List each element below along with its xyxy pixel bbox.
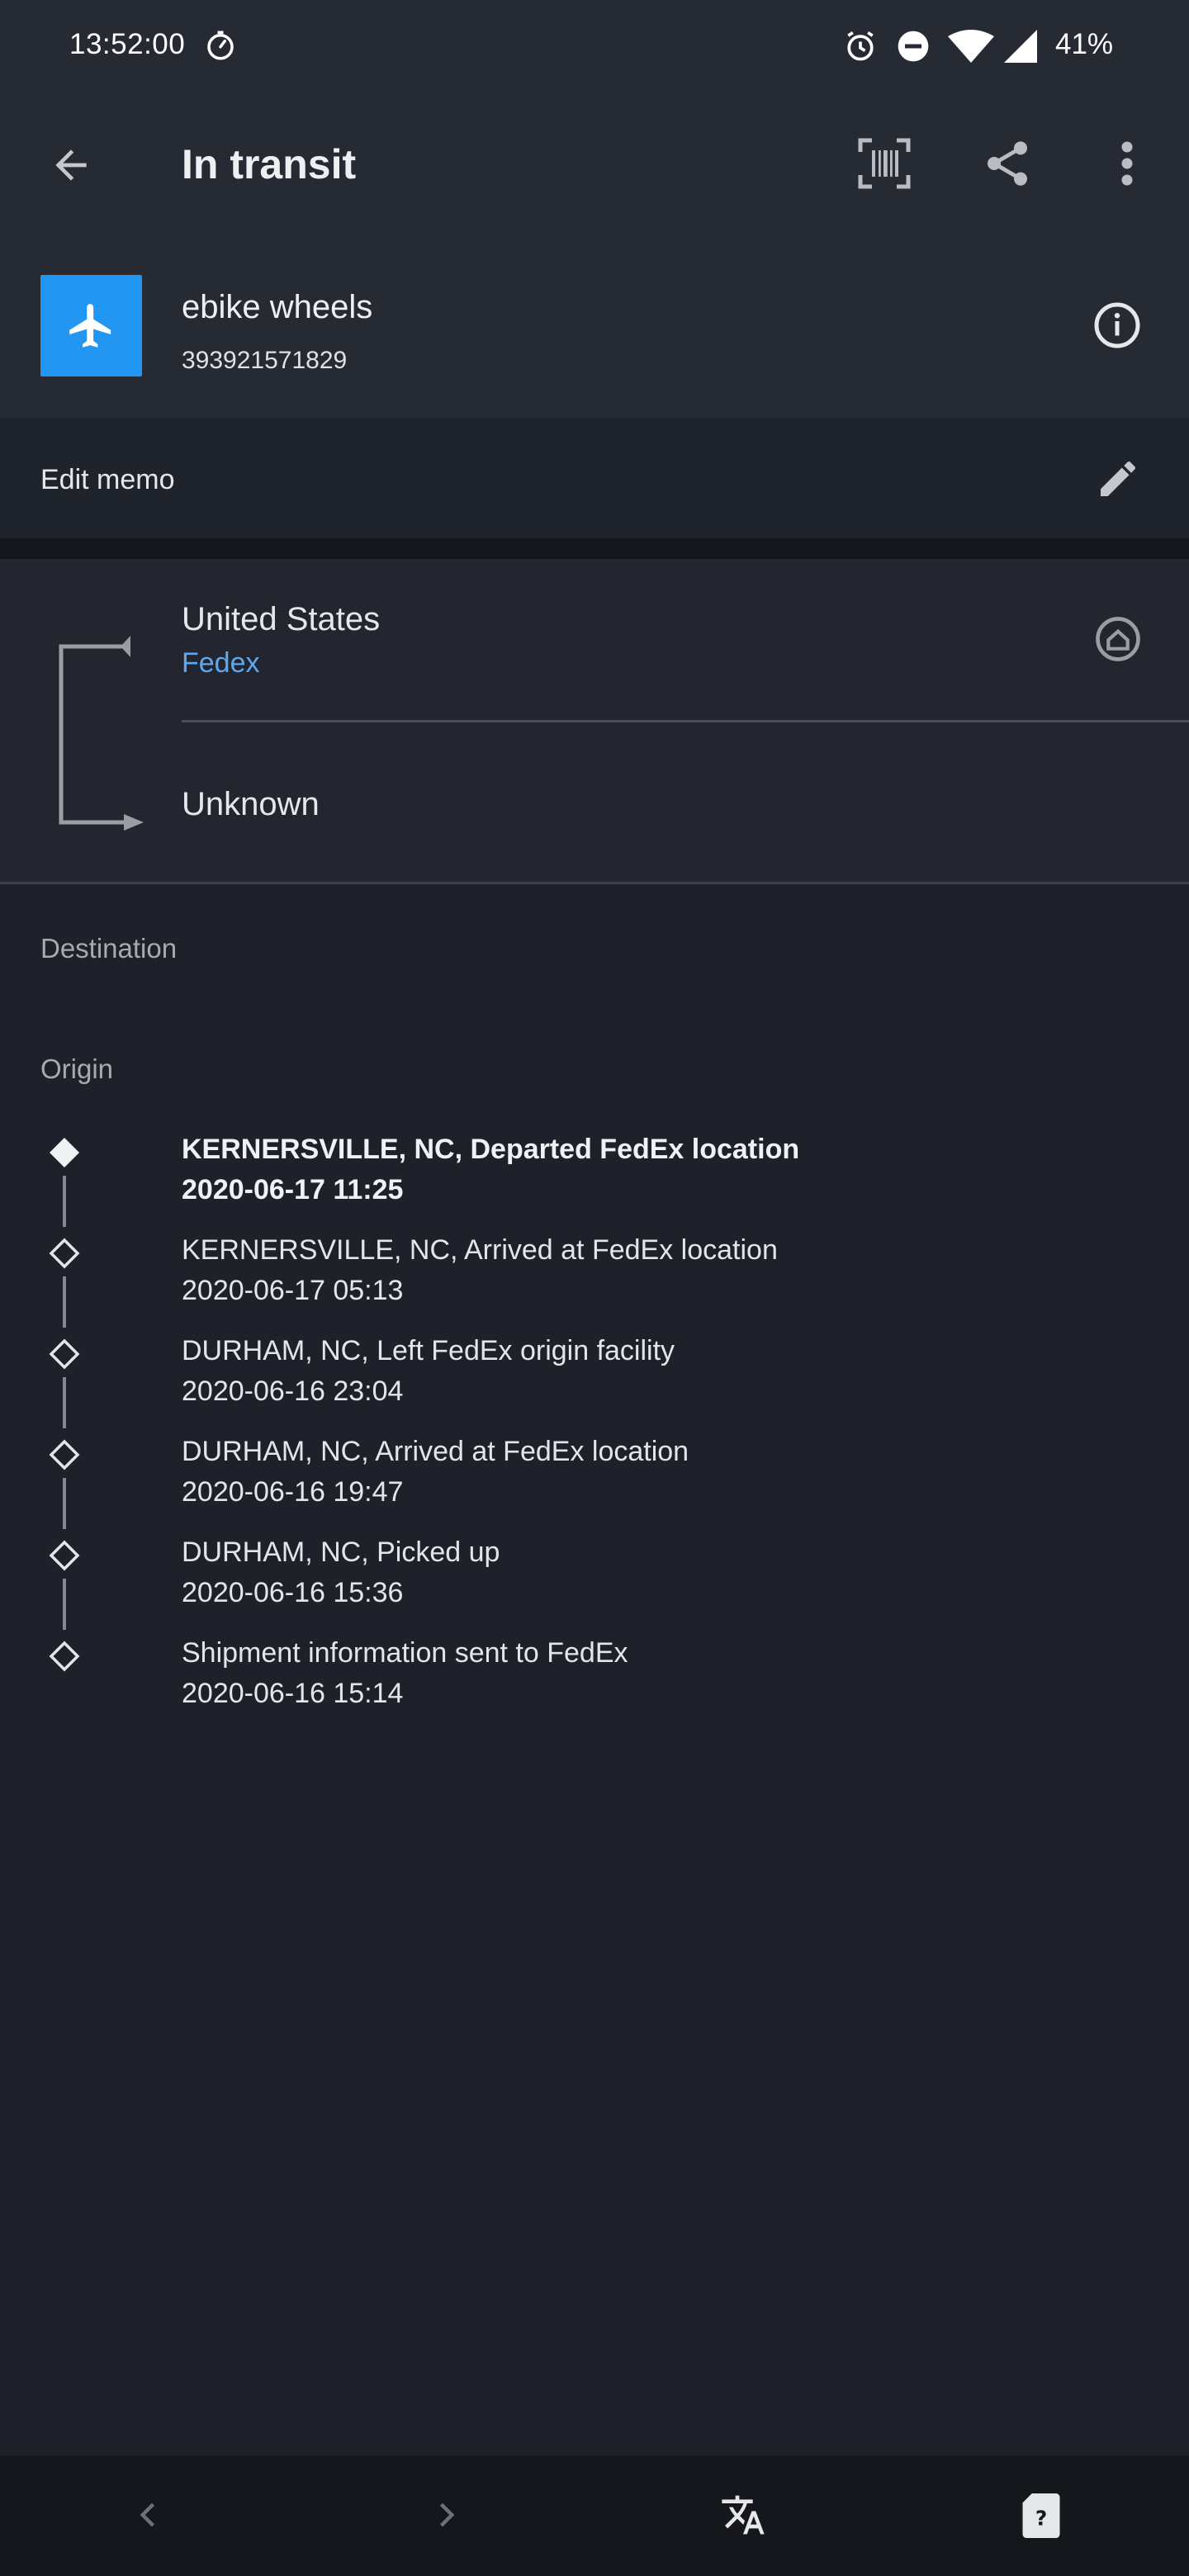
timeline-marker-filled-icon (48, 1136, 81, 1169)
timeline-marker-icon (48, 1539, 81, 1572)
timeline-event[interactable]: KERNERSVILLE, NC, Arrived at FedEx locat… (182, 1230, 778, 1311)
event-description: DURHAM, NC, Arrived at FedEx location (182, 1436, 689, 1467)
share-icon[interactable] (981, 137, 1034, 190)
event-timestamp: 2020-06-17 05:13 (182, 1275, 404, 1306)
timeline-connector (63, 1377, 66, 1428)
timeline-event[interactable]: KERNERSVILLE, NC, Departed FedEx locatio… (182, 1129, 799, 1210)
event-description: KERNERSVILLE, NC, Arrived at FedEx locat… (182, 1234, 778, 1266)
timeline-marker-icon (48, 1438, 81, 1471)
timeline-marker-icon (48, 1640, 81, 1673)
next-icon[interactable] (428, 2497, 464, 2533)
info-icon[interactable] (1092, 301, 1142, 350)
timeline-marker-icon (48, 1237, 81, 1270)
event-timestamp: 2020-06-16 23:04 (182, 1376, 404, 1407)
carrier-link[interactable]: Fedex (182, 647, 260, 680)
svg-text:?: ? (1035, 2506, 1047, 2530)
route-divider (182, 720, 1189, 722)
event-description: Shipment information sent to FedEx (182, 1637, 628, 1669)
timeline-event[interactable]: DURHAM, NC, Left FedEx origin facility 2… (182, 1331, 675, 1412)
pencil-icon[interactable] (1095, 456, 1141, 502)
back-arrow-icon[interactable] (48, 142, 94, 188)
alarm-icon (842, 28, 879, 64)
timeline-marker-icon (48, 1338, 81, 1371)
timeline-connector (63, 1478, 66, 1529)
event-description: DURHAM, NC, Picked up (182, 1537, 500, 1568)
help-card-icon[interactable]: ? (1022, 2493, 1060, 2538)
translate-icon[interactable] (720, 2492, 766, 2538)
airplane-icon (65, 300, 117, 352)
timeline-event[interactable]: DURHAM, NC, Arrived at FedEx location 20… (182, 1432, 689, 1513)
wifi-icon (948, 30, 994, 63)
do-not-disturb-icon (897, 30, 930, 63)
event-timestamp: 2020-06-16 19:47 (182, 1476, 404, 1508)
timeline-event[interactable]: DURHAM, NC, Picked up 2020-06-16 15:36 (182, 1532, 500, 1613)
event-timestamp: 2020-06-17 11:25 (182, 1174, 404, 1205)
origin-country: United States (182, 601, 381, 637)
event-timestamp: 2020-06-16 15:36 (182, 1577, 404, 1608)
bottom-navigation (0, 2455, 1189, 2576)
cell-signal-icon (1004, 30, 1037, 63)
tracking-number: 393921571829 (182, 347, 348, 374)
memo-bar[interactable] (0, 418, 1189, 538)
page-title: In transit (182, 141, 357, 187)
edit-memo-label[interactable]: Edit memo (40, 464, 175, 496)
section-divider (0, 882, 1189, 884)
origin-section-label: Origin (40, 1054, 114, 1084)
destination-section-label: Destination (40, 933, 178, 964)
package-name[interactable]: ebike wheels (182, 289, 372, 326)
section-separator (0, 538, 1189, 559)
package-type-badge (40, 275, 142, 376)
event-description: DURHAM, NC, Left FedEx origin facility (182, 1335, 675, 1366)
timeline-connector (63, 1276, 66, 1328)
stopwatch-icon (203, 28, 238, 63)
home-circle-icon[interactable] (1095, 616, 1141, 662)
timeline-connector (63, 1579, 66, 1630)
timeline-event[interactable]: Shipment information sent to FedEx 2020-… (182, 1633, 628, 1714)
status-time: 13:52:00 (69, 28, 186, 60)
route-bracket-icon (54, 634, 145, 831)
destination-country: Unknown (182, 786, 320, 822)
event-timestamp: 2020-06-16 15:14 (182, 1678, 404, 1709)
event-description: KERNERSVILLE, NC, Departed FedEx locatio… (182, 1134, 800, 1165)
previous-icon[interactable] (130, 2497, 167, 2533)
battery-percentage: 41% (1055, 28, 1114, 60)
more-vert-icon[interactable] (1106, 139, 1148, 188)
timeline-connector (63, 1176, 66, 1227)
barcode-scan-icon[interactable] (857, 137, 912, 190)
